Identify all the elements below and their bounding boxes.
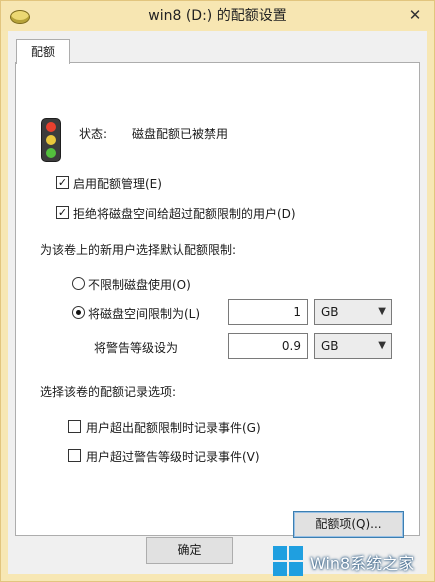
status-value: 磁盘配额已被禁用 [132, 127, 229, 141]
deny-space-checkbox[interactable]: ✓ [56, 206, 69, 219]
tab-panel: 状态: 磁盘配额已被禁用 ✓ 启用配额管理(E) ✓ 拒绝将磁盘空间给超过配额限… [15, 62, 420, 538]
quota-settings-window: win8 (D:) 的配额设置 ✕ 配额 状态: 磁盘配额已被禁用 ✓ 启用配额… [0, 0, 435, 582]
logging-heading: 选择该卷的配额记录选项: [40, 385, 177, 399]
limit-value-input[interactable]: 1 [228, 299, 308, 325]
status-label: 状态: [79, 127, 108, 141]
no-limit-radio[interactable] [72, 277, 85, 290]
limit-unit-value: GB [321, 305, 339, 319]
enable-quota-checkbox[interactable]: ✓ [56, 176, 69, 189]
log-over-warning-label[interactable]: 用户超过警告等级时记录事件(V) [86, 448, 260, 465]
window-title: win8 (D:) 的配额设置 [148, 8, 287, 24]
warning-level-label: 将警告等级设为 [94, 341, 179, 355]
no-limit-label[interactable]: 不限制磁盘使用(O) [88, 276, 191, 293]
close-button[interactable]: ✕ [405, 5, 425, 25]
limit-space-radio[interactable] [72, 306, 85, 319]
deny-space-label[interactable]: 拒绝将磁盘空间给超过配额限制的用户(D) [73, 205, 296, 222]
chevron-down-icon: ▼ [378, 340, 386, 351]
chevron-down-icon: ▼ [378, 306, 386, 317]
watermark-text: Win8系统之家 [310, 554, 415, 573]
default-limit-heading: 为该卷上的新用户选择默认配额限制: [40, 243, 237, 257]
watermark: Win8系统之家 [269, 540, 435, 582]
ok-button[interactable]: 确定 [146, 537, 233, 564]
warning-unit-select[interactable]: GB ▼ [314, 333, 392, 359]
warning-value-input[interactable]: 0.9 [228, 333, 308, 359]
windows-logo-icon [273, 546, 303, 576]
quota-entries-button[interactable]: 配额项(Q)... [293, 511, 404, 538]
limit-space-label[interactable]: 将磁盘空间限制为(L) [88, 305, 200, 322]
log-over-warning-checkbox[interactable] [68, 449, 81, 462]
enable-quota-label[interactable]: 启用配额管理(E) [73, 175, 162, 192]
title-bar[interactable]: win8 (D:) 的配额设置 ✕ [1, 1, 434, 31]
dialog-body: 配额 状态: 磁盘配额已被禁用 ✓ 启用配额管理(E) ✓ 拒绝将磁盘空间给超过… [8, 31, 427, 574]
limit-unit-select[interactable]: GB ▼ [314, 299, 392, 325]
log-over-limit-label[interactable]: 用户超出配额限制时记录事件(G) [86, 419, 261, 436]
tab-quota[interactable]: 配额 [16, 39, 70, 64]
traffic-light-icon [41, 118, 61, 162]
warning-unit-value: GB [321, 339, 339, 353]
log-over-limit-checkbox[interactable] [68, 420, 81, 433]
